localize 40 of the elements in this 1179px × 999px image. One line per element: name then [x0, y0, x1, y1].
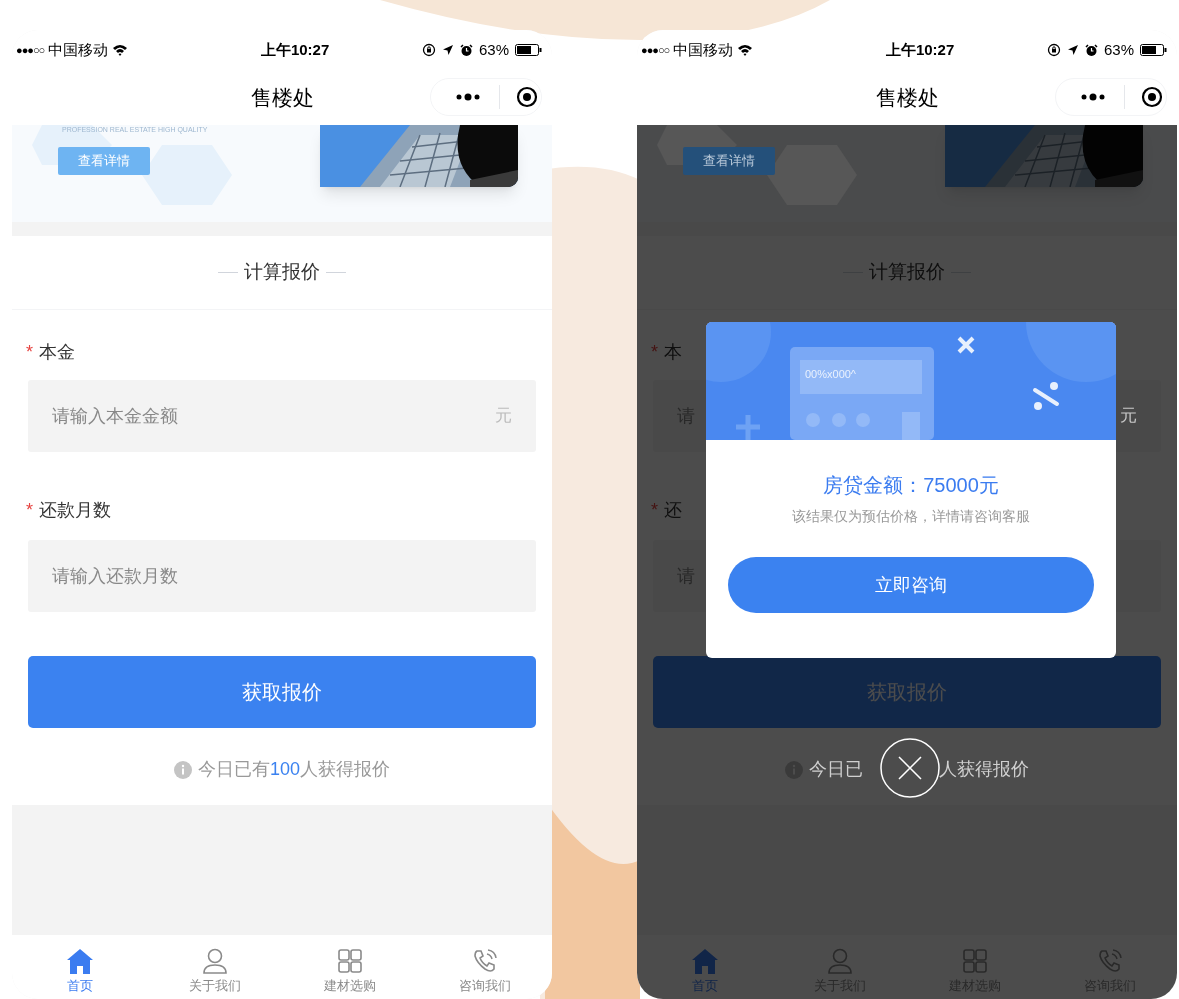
consult-now-button[interactable]: 立即咨询: [728, 557, 1094, 613]
section-title: 计算报价: [869, 260, 945, 285]
tab-item[interactable]: 咨询我们: [417, 935, 552, 999]
tab-item[interactable]: 首页: [12, 935, 147, 999]
estimate-note: 该结果仅为预估价格，详情请咨询客服: [792, 507, 1030, 526]
signal-strength: ●●●○○: [641, 42, 670, 58]
input-field[interactable]: 请输入还款月数: [28, 540, 536, 612]
required-asterisk: *: [26, 498, 33, 522]
input-field[interactable]: 请输入本金金额 元: [28, 380, 536, 452]
carrier-name: 中国移动: [673, 39, 734, 60]
quote-count-text: 今日已有100人获得报价: [197, 758, 390, 781]
details-button[interactable]: 查看详情: [683, 147, 775, 175]
placeholder-text: 请输入本金金额: [52, 404, 178, 428]
tab-item[interactable]: 关于我们: [147, 935, 282, 999]
battery-percent: 63%: [1103, 39, 1134, 60]
calculator-display-text: 00%x000^: [805, 367, 857, 382]
clock-time: 上午10:27: [885, 39, 955, 60]
field-label: 还款月数: [39, 498, 111, 522]
field-label: 本: [664, 340, 682, 364]
tab-item[interactable]: 建材选购: [282, 935, 417, 999]
required-asterisk: *: [651, 340, 658, 364]
unit-label: 元: [495, 405, 512, 428]
quote-count-text: 人获得报价: [939, 758, 1029, 781]
page-title: 售楼处: [875, 84, 939, 111]
battery-percent: 63%: [478, 39, 509, 60]
placeholder-text: 请输入还款月数: [52, 564, 178, 588]
carrier-name: 中国移动: [48, 39, 109, 60]
signal-strength: ●●●○○: [16, 42, 45, 58]
required-asterisk: *: [651, 498, 658, 522]
unit-label: 元: [1120, 405, 1137, 428]
clock-time: 上午10:27: [260, 39, 330, 60]
loan-amount-text: 房贷金额：75000元: [823, 473, 999, 498]
field-label: 还: [664, 498, 682, 522]
details-button[interactable]: 查看详情: [58, 147, 150, 175]
field-label: 本金: [39, 340, 75, 364]
page-title: 售楼处: [250, 84, 314, 111]
required-asterisk: *: [26, 340, 33, 364]
quote-count-text: 今日已: [809, 758, 863, 781]
get-quote-button[interactable]: 获取报价: [28, 656, 536, 728]
section-title: 计算报价: [244, 260, 320, 285]
